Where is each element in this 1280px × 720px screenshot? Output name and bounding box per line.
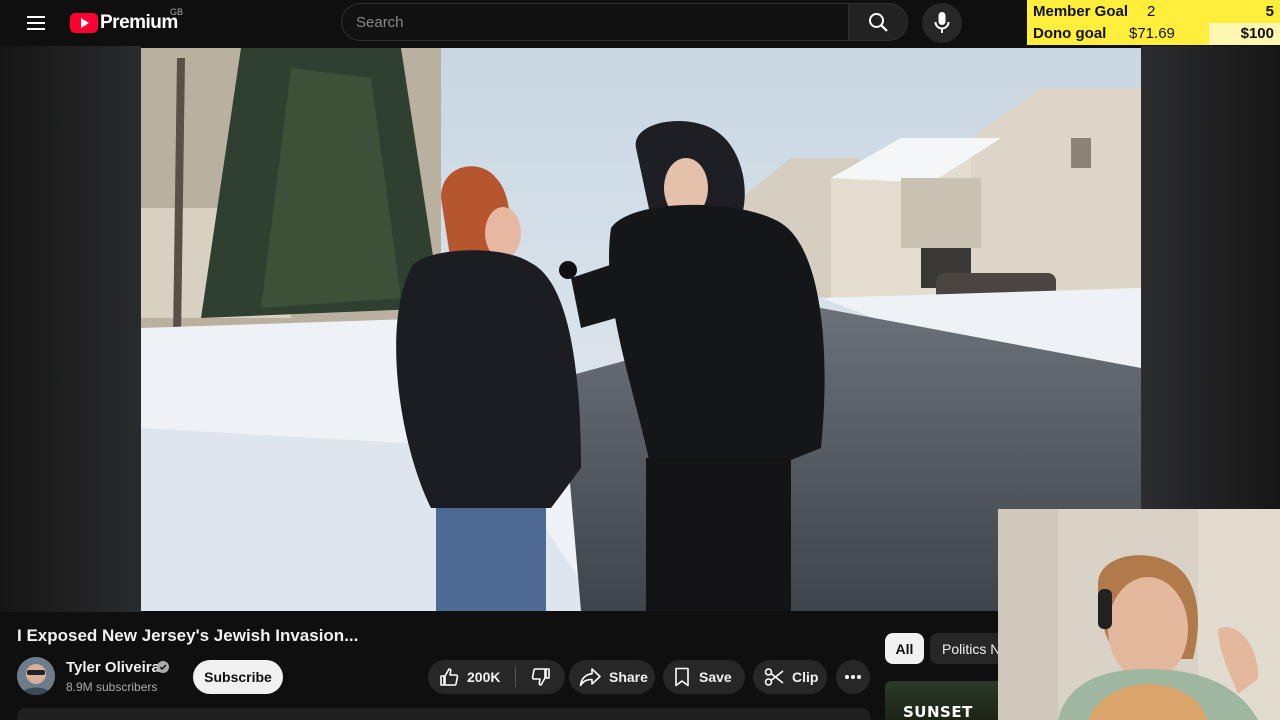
search-box (341, 3, 849, 41)
search-icon (869, 13, 888, 32)
share-label: Share (609, 669, 648, 685)
mic-icon (934, 12, 950, 33)
thumbs-up-icon (440, 668, 459, 686)
ambient-glow-left (0, 46, 141, 612)
logo-region: GB (170, 7, 184, 17)
streamer-webcam (998, 509, 1280, 720)
member-goal-row: Member Goal 2 5 (1027, 1, 1280, 23)
description-box-edge (17, 708, 870, 720)
like-dislike-group: 200K (428, 660, 565, 694)
member-goal-label: Member Goal (1033, 3, 1129, 20)
channel-avatar[interactable] (17, 657, 55, 695)
avatar-image (17, 657, 55, 695)
dono-goal-target: $100 (1240, 25, 1274, 42)
dono-goal-current: $71.69 (1129, 25, 1175, 42)
webcam-image (998, 509, 1280, 720)
more-actions-button[interactable] (836, 660, 870, 694)
subscribe-button[interactable]: Subscribe (193, 660, 283, 694)
youtube-premium-logo[interactable]: Premium GB (70, 7, 183, 35)
share-icon (579, 668, 601, 687)
youtube-logo-icon (70, 13, 98, 33)
video-player[interactable] (141, 48, 1141, 611)
thumbnail-text: SUNSET (903, 703, 973, 720)
stream-goals-overlay: Member Goal 2 5 Dono goal $71.69 $100 (1027, 0, 1280, 45)
channel-name[interactable]: Tyler Oliveira (66, 659, 160, 676)
clip-label: Clip (792, 669, 819, 685)
clip-button[interactable]: Clip (753, 660, 827, 694)
save-label: Save (699, 669, 732, 685)
search-input[interactable] (356, 4, 836, 40)
dislike-button[interactable] (516, 660, 565, 694)
like-count: 200K (467, 669, 501, 685)
member-goal-target: 5 (1265, 3, 1274, 20)
voice-search-button[interactable] (922, 3, 962, 43)
video-title: I Exposed New Jersey's Jewish Invasion..… (17, 626, 359, 645)
thumbs-down-icon (531, 668, 550, 686)
share-button[interactable]: Share (569, 660, 655, 694)
menu-button[interactable] (22, 10, 50, 36)
video-frame-image (141, 48, 1141, 611)
dono-goal-label: Dono goal (1033, 25, 1107, 42)
verified-icon (157, 661, 169, 673)
save-button[interactable]: Save (663, 660, 745, 694)
member-goal-current: 2 (1147, 3, 1156, 20)
scissors-icon (764, 668, 784, 686)
menu-icon (27, 16, 45, 30)
like-button[interactable]: 200K (428, 660, 516, 694)
search-button[interactable] (848, 3, 908, 41)
dono-goal-row: Dono goal $71.69 $100 (1027, 23, 1280, 45)
bookmark-icon (675, 667, 689, 687)
more-icon (845, 675, 861, 679)
subscriber-count: 8.9M subscribers (66, 680, 158, 694)
chip-all[interactable]: All (885, 633, 924, 664)
recommended-video-thumbnail[interactable]: SUNSET (885, 681, 1000, 720)
logo-text: Premium (100, 12, 178, 33)
